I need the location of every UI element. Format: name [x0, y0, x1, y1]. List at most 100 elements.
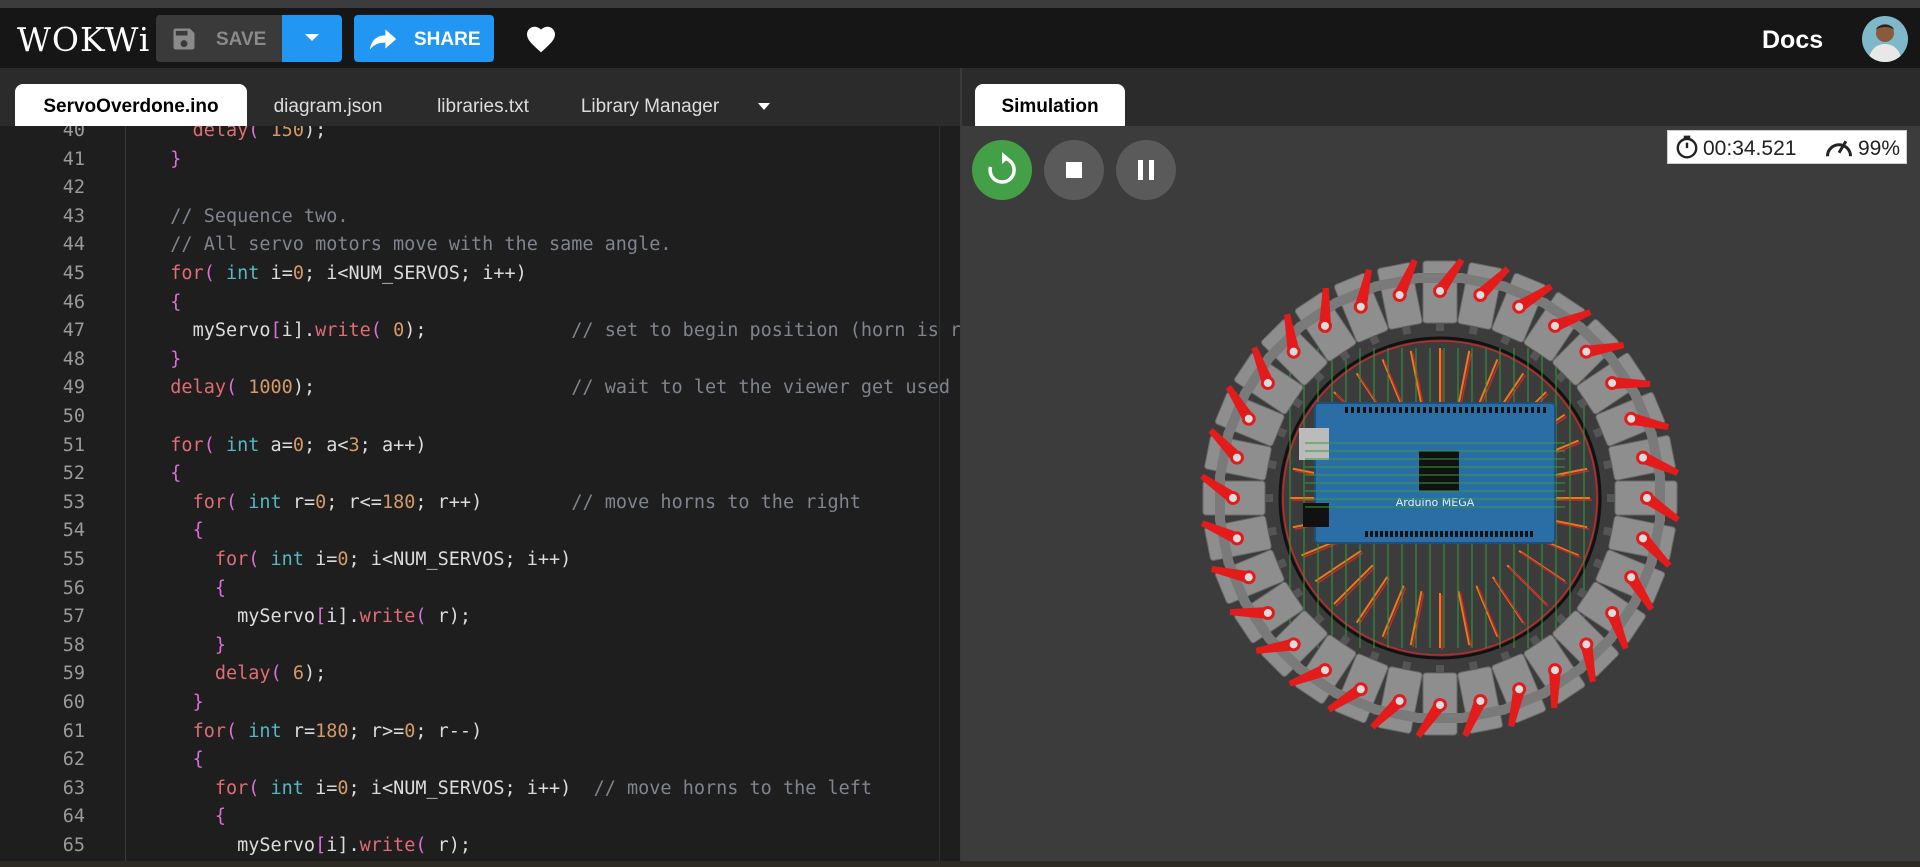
status-strip [0, 861, 1920, 867]
circuit-diagram[interactable]: Arduino MEGA [962, 126, 1920, 861]
code-text: myServo[i].write( 0); // set to begin po… [192, 320, 960, 342]
code-text: for( int r=180; r>=0; r--) [192, 720, 483, 742]
editor-tab-bar: ServoOverdone.ino diagram.json libraries… [0, 68, 960, 126]
save-options-dropdown[interactable] [282, 15, 342, 62]
code-line[interactable]: 48 } [0, 349, 960, 377]
code-text: { [214, 806, 226, 828]
code-text: } [170, 148, 182, 170]
docs-link[interactable]: Docs [1762, 26, 1823, 55]
code-line[interactable]: 60 } [0, 692, 960, 720]
code-text: delay( 6); [214, 663, 327, 685]
line-number: 56 [62, 577, 85, 599]
code-line[interactable]: 56 { [0, 578, 960, 606]
line-number: 41 [62, 148, 85, 170]
code-text: // All servo motors move with the same a… [170, 234, 672, 256]
code-line[interactable]: 47 myServo[i].write( 0); // set to begin… [0, 320, 960, 348]
code-line[interactable]: 53 for( int r=0; r<=180; r++) // move ho… [0, 492, 960, 520]
code-line[interactable]: 54 { [0, 520, 960, 548]
line-number: 51 [62, 434, 85, 456]
line-number: 60 [62, 692, 85, 713]
code-line[interactable]: 42 [0, 177, 960, 205]
top-bar: WOKWi SAVE SHARE Docs [0, 0, 1920, 68]
code-line[interactable]: 44 // All servo motors move with the sam… [0, 234, 960, 262]
code-line[interactable]: 45 for( int i=0; i<NUM_SERVOS; i++) [0, 263, 960, 291]
line-number: 46 [62, 291, 85, 313]
code-text: } [192, 692, 204, 713]
code-text: } [170, 348, 182, 370]
code-text: myServo[i].write( r); [237, 835, 472, 856]
code-text: for( int r=0; r<=180; r++) // move horns… [192, 491, 861, 513]
code-text: // Sequence two. [170, 205, 349, 227]
tab-servooverdone-ino[interactable]: ServoOverdone.ino [15, 84, 247, 126]
share-arrow-icon [369, 29, 397, 50]
wokwi-logo[interactable]: WOKWi [17, 20, 150, 59]
code-text: for( int a=0; a<3; a++) [170, 434, 427, 456]
line-number: 65 [62, 835, 85, 856]
line-number: 64 [62, 806, 85, 828]
save-label: SAVE [216, 29, 267, 50]
floppy-disk-icon [173, 28, 195, 50]
code-line[interactable]: 57 myServo[i].write( r); [0, 606, 960, 634]
line-number: 49 [62, 377, 85, 399]
line-number: 58 [62, 634, 85, 656]
line-number: 40 [62, 126, 85, 141]
simulation-panel: 00:34.521 99% Arduino MEGA [962, 126, 1920, 861]
line-number: 54 [62, 520, 85, 542]
code-text: myServo[i].write( r); [237, 606, 472, 628]
line-number: 50 [62, 406, 85, 427]
code-text: } [214, 634, 226, 656]
simulation-tab-bar: Simulation [962, 68, 1920, 126]
line-number: 63 [62, 777, 85, 799]
code-line[interactable]: 55 for( int i=0; i<NUM_SERVOS; i++) [0, 549, 960, 577]
code-text: delay( 150); [192, 126, 327, 141]
chevron-down-icon [305, 34, 319, 41]
code-line[interactable]: 43 // Sequence two. [0, 206, 960, 234]
line-number: 61 [62, 720, 85, 742]
code-line[interactable]: 46 { [0, 292, 960, 320]
code-line[interactable]: 62 { [0, 749, 960, 777]
code-line[interactable]: 40 delay( 150); [0, 126, 960, 148]
code-text: for( int i=0; i<NUM_SERVOS; i++) [214, 549, 572, 570]
line-number: 47 [62, 320, 85, 342]
code-text: for( int i=0; i<NUM_SERVOS; i++) [170, 263, 527, 284]
share-label: SHARE [414, 29, 481, 50]
code-line[interactable]: 58 } [0, 635, 960, 663]
code-line[interactable]: 51 for( int a=0; a<3; a++) [0, 435, 960, 463]
more-tabs-dropdown-icon[interactable] [757, 102, 771, 112]
code-line[interactable]: 59 delay( 6); [0, 663, 960, 691]
share-button[interactable]: SHARE [354, 15, 494, 62]
code-text: delay( 1000); // wait to let the viewer … [170, 377, 960, 399]
code-line[interactable]: 65 myServo[i].write( r); [0, 835, 960, 861]
code-line[interactable]: 63 for( int i=0; i<NUM_SERVOS; i++) // m… [0, 778, 960, 806]
code-text: { [170, 463, 182, 485]
heart-icon[interactable] [525, 24, 557, 54]
code-text: { [170, 291, 182, 313]
tab-diagram-json[interactable]: diagram.json [252, 84, 404, 126]
code-text: { [214, 577, 226, 599]
tab-libraries-txt[interactable]: libraries.txt [418, 84, 548, 126]
line-number: 55 [62, 549, 85, 570]
line-number: 62 [62, 749, 85, 771]
save-button[interactable]: SAVE [156, 15, 282, 62]
code-line[interactable]: 50 [0, 406, 960, 434]
code-line[interactable]: 52 { [0, 463, 960, 491]
tab-library-manager[interactable]: Library Manager [565, 84, 735, 126]
code-line[interactable]: 49 delay( 1000); // wait to let the view… [0, 377, 960, 405]
line-number: 43 [62, 205, 85, 227]
code-text: { [192, 520, 204, 542]
code-line[interactable]: 41 } [0, 149, 960, 177]
line-number: 48 [62, 348, 85, 370]
code-text: for( int i=0; i<NUM_SERVOS; i++) // move… [214, 777, 873, 799]
code-editor[interactable]: 40 delay( 150); 41 } 42 43 // Sequence two.… [0, 126, 960, 861]
line-number: 42 [62, 177, 85, 199]
line-number: 52 [62, 463, 85, 485]
line-number: 45 [62, 263, 85, 284]
code-text: { [192, 749, 204, 771]
avatar[interactable] [1862, 16, 1908, 62]
code-line[interactable]: 61 for( int r=180; r>=0; r--) [0, 721, 960, 749]
code-line[interactable]: 64 { [0, 806, 960, 834]
tab-simulation[interactable]: Simulation [975, 84, 1125, 126]
line-number: 53 [62, 491, 85, 513]
line-number: 44 [62, 234, 85, 256]
line-number: 59 [62, 663, 85, 685]
